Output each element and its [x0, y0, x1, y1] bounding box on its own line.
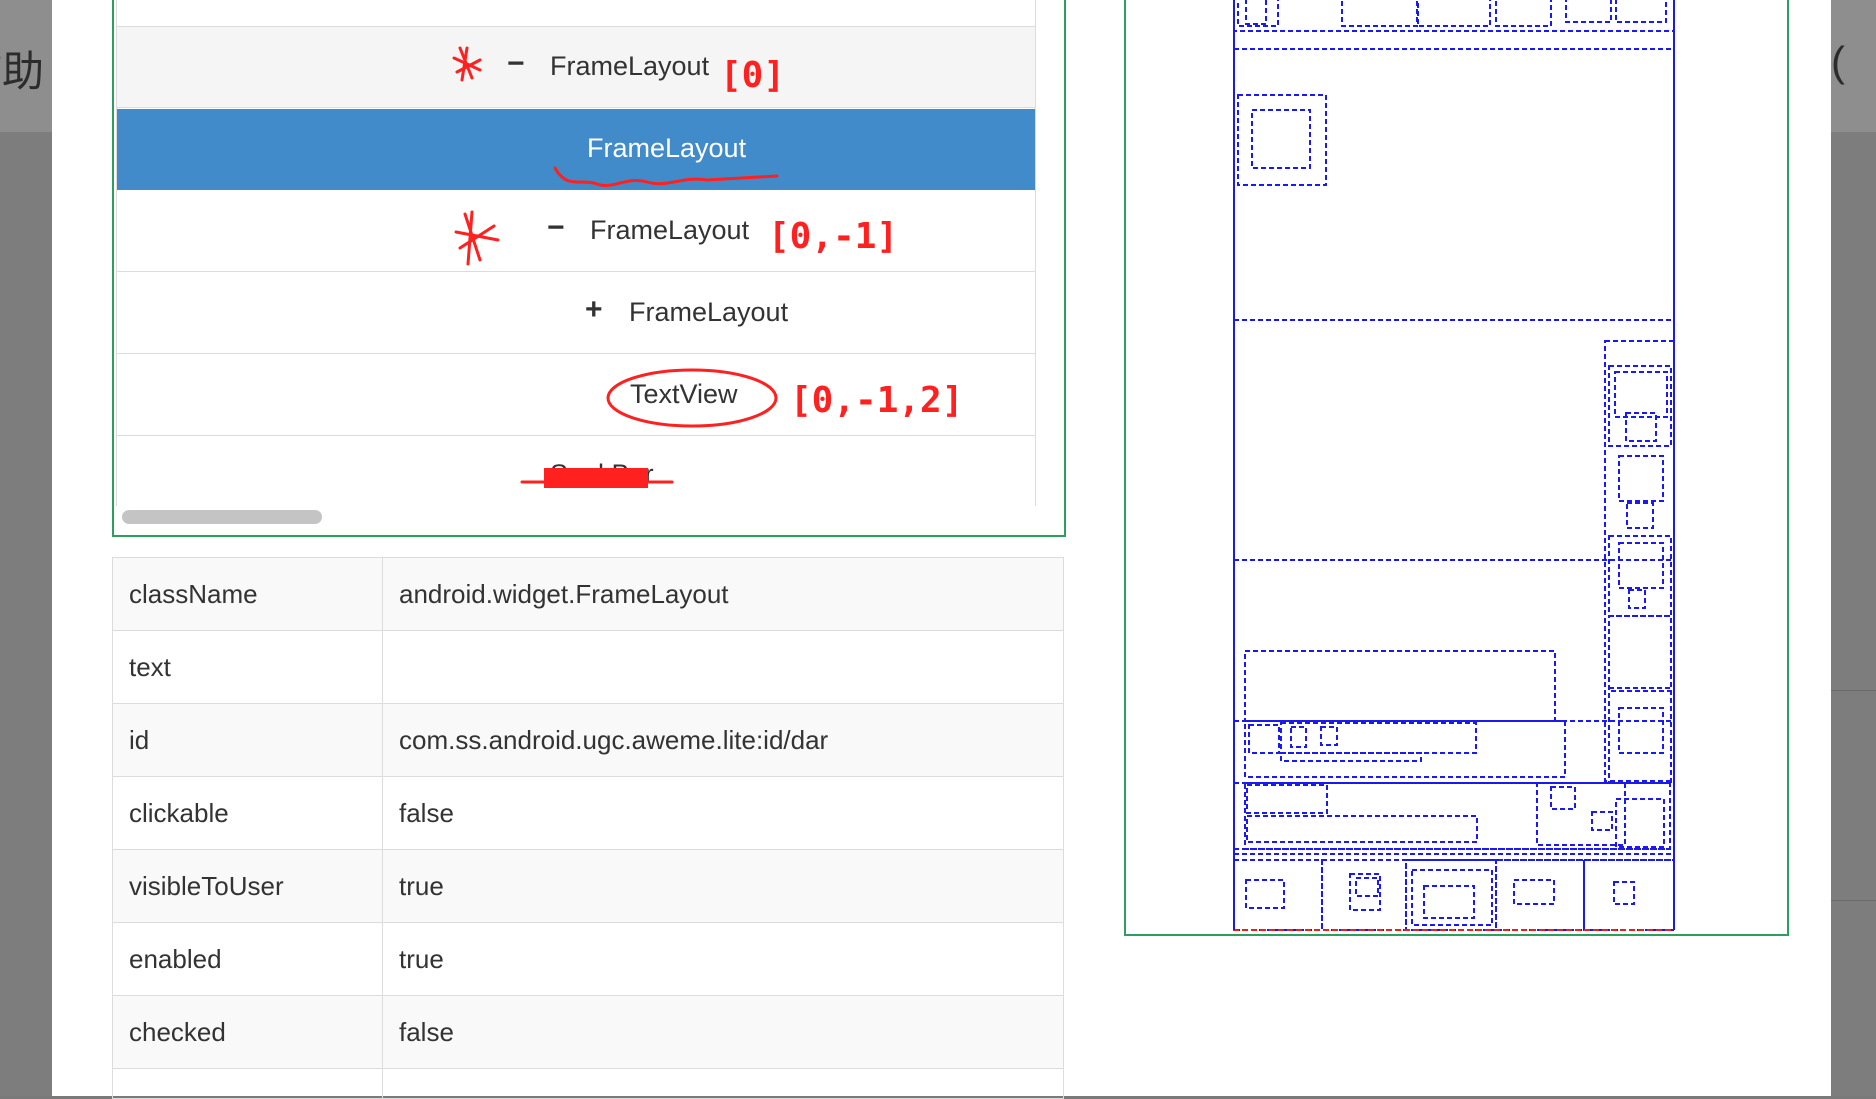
expand-icon[interactable]: + — [585, 293, 603, 327]
property-value: true — [382, 849, 1064, 923]
tree-node[interactable]: − FrameLayout — [117, 27, 1035, 108]
tree-node[interactable]: − FrameLayout — [117, 191, 1035, 272]
property-value: com.ss.android.ugc.aweme.lite:id/dar — [382, 703, 1064, 777]
hierarchy-tree-panel[interactable]: − FrameLayout FrameLayout − FrameLayout … — [112, 0, 1066, 537]
property-value: true — [382, 922, 1064, 996]
tree-node-label: FrameLayout — [590, 215, 750, 245]
property-key: enabled — [112, 922, 383, 996]
table-row: enabled true — [112, 922, 1064, 996]
tree-node-label: FrameLayout — [587, 133, 747, 163]
property-key: className — [112, 557, 383, 631]
tree-node-label: SeekBar — [550, 459, 654, 489]
hierarchy-tree: − FrameLayout FrameLayout − FrameLayout … — [116, 0, 1036, 506]
backdrop-left: 辅助 — [0, 0, 52, 1096]
layout-preview[interactable] — [1124, 0, 1789, 936]
table-row: id com.ss.android.ugc.aweme.lite:id/dar — [112, 703, 1064, 777]
property-key: clickable — [112, 776, 383, 850]
backdrop-text: 辅助 — [0, 48, 45, 95]
layout-wireframe — [1233, 0, 1675, 931]
property-key: visibleToUser — [112, 849, 383, 923]
collapse-icon[interactable]: − — [547, 211, 565, 245]
property-key: id — [112, 703, 383, 777]
inspector-modal: − FrameLayout FrameLayout − FrameLayout … — [52, 0, 1831, 1099]
tree-node-label: TextView — [630, 379, 738, 409]
properties-table: className android.widget.FrameLayout text… — [112, 557, 1064, 1099]
tree-row-partial[interactable] — [117, 0, 1035, 27]
table-row: clickable false — [112, 776, 1064, 850]
property-value: false — [382, 995, 1064, 1069]
table-row: visibleToUser true — [112, 849, 1064, 923]
property-value: android.widget.FrameLayout — [382, 557, 1064, 631]
tree-node[interactable]: SeekBar — [117, 437, 1035, 506]
backdrop-right: ( — [1831, 0, 1876, 1096]
table-row — [112, 1068, 1064, 1099]
property-value: false — [382, 776, 1064, 850]
table-row: className android.widget.FrameLayout — [112, 557, 1064, 631]
tree-node[interactable]: + FrameLayout — [117, 273, 1035, 354]
horizontal-scrollbar[interactable] — [122, 510, 322, 524]
tree-node[interactable]: TextView — [117, 355, 1035, 436]
property-key: text — [112, 630, 383, 704]
table-row: checked false — [112, 995, 1064, 1069]
collapse-icon[interactable]: − — [507, 47, 525, 81]
tree-node-selected[interactable]: FrameLayout — [117, 109, 1035, 190]
tree-node-label: FrameLayout — [550, 51, 710, 81]
property-value — [382, 630, 1064, 704]
property-key: checked — [112, 995, 383, 1069]
tree-node-label: FrameLayout — [629, 297, 789, 327]
backdrop-text-right: ( — [1831, 38, 1845, 85]
table-row: text — [112, 630, 1064, 704]
